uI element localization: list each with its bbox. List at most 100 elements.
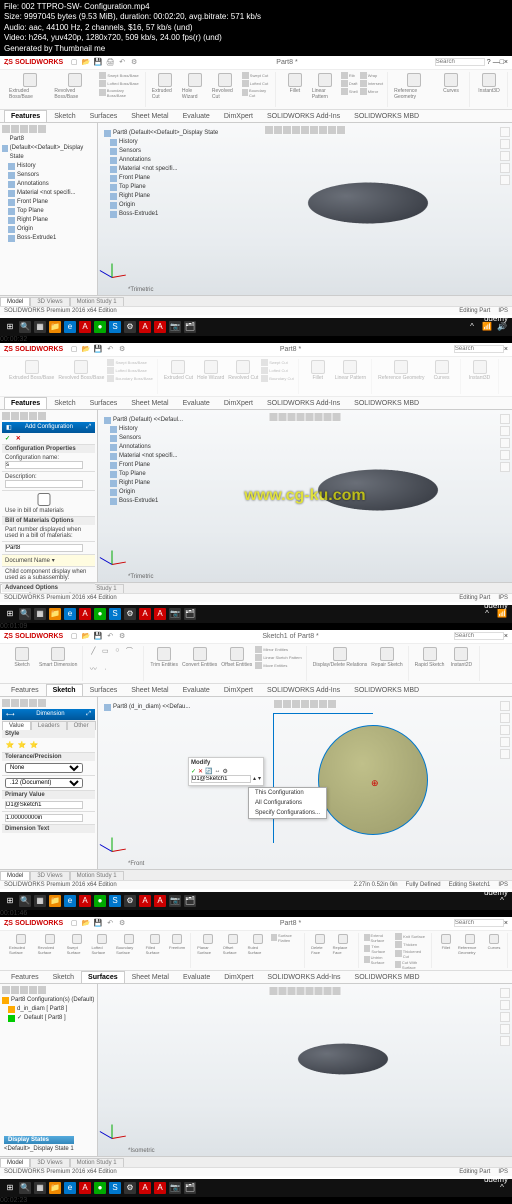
search-taskbar-icon[interactable]: 🔍	[19, 321, 31, 333]
undo-icon[interactable]: ↶	[117, 57, 127, 67]
menu-this-config[interactable]: This Configuration	[249, 788, 326, 798]
taskview-icon[interactable]: ▦	[34, 321, 46, 333]
description-input[interactable]	[5, 480, 83, 488]
convert-entities-button[interactable]: Convert Entities	[181, 646, 218, 681]
graphics-viewport[interactable]: Part8 (d_in_diam) <<Defau... ⊕ Modify ✓ …	[98, 697, 512, 869]
config-name-input[interactable]	[5, 461, 83, 469]
ruled-surface-button[interactable]: Ruled Surface	[247, 933, 270, 968]
explorer-icon[interactable]: 📁	[49, 321, 61, 333]
instant3d-button[interactable]: Instant3D	[475, 72, 503, 107]
knit-surface-button[interactable]: Knit Surface	[395, 933, 427, 940]
open-icon[interactable]: 📂	[81, 57, 91, 67]
tree-front-plane[interactable]: Front Plane	[2, 198, 95, 207]
windows-taskbar[interactable]: ⊞ 🔍 ▦ 📁 e A ● S ⚙ A A 📷 🗂 ^ 📶 🔊	[0, 318, 512, 336]
linear-sketch-pattern-button[interactable]: Linear Sketch Pattern	[255, 654, 301, 661]
freeform-button[interactable]: Freeform	[168, 933, 186, 968]
shell-button[interactable]: Shell	[341, 88, 358, 95]
extend-surface-button[interactable]: Extend Surface	[364, 933, 393, 943]
use-in-bom-checkbox[interactable]: Use in bill of materials	[5, 502, 83, 514]
app-a-icon[interactable]: A	[139, 321, 151, 333]
heads-up-view-toolbar[interactable]	[264, 125, 346, 135]
tray-up-icon[interactable]: ^	[466, 321, 478, 333]
tab-sketch[interactable]: Sketch	[47, 110, 82, 122]
cancel-button[interactable]: ✕	[16, 436, 21, 442]
modify-cancel-icon[interactable]: ✕	[198, 768, 203, 775]
filled-surface-button[interactable]: Filled Surface	[145, 933, 166, 968]
tree-right-plane[interactable]: Right Plane	[2, 216, 95, 225]
modify-ok-icon[interactable]: ✓	[191, 768, 196, 775]
wrap-button[interactable]: Wrap	[360, 72, 383, 79]
config-root[interactable]: Part8 Configuration(s) (Default)	[2, 996, 95, 1005]
config-d-in-diam[interactable]: d_in_diam [ Part8 ]	[2, 1005, 95, 1014]
search-input[interactable]	[454, 345, 504, 353]
tree-top-plane[interactable]: Top Plane	[2, 207, 95, 216]
lofted-boss-button[interactable]: Lofted Boss/Base	[99, 80, 140, 87]
help-icon[interactable]: ?	[487, 59, 491, 66]
tolerance-type-select[interactable]: None	[5, 763, 83, 773]
intersect-button[interactable]: Intersect	[360, 80, 383, 87]
dimension-property-manager[interactable]: ⟷Dimension⤢ Value Leaders Other Style ⭐⭐…	[0, 697, 98, 869]
modify-reverse-icon[interactable]: ↔	[215, 768, 221, 774]
exit-sketch-button[interactable]: Sketch	[8, 646, 36, 681]
surface-flatten-button[interactable]: Surface Flatten	[271, 933, 300, 943]
cut-with-surface-button[interactable]: Cut With Surface	[395, 960, 427, 970]
rib-button[interactable]: Rib	[341, 72, 358, 79]
lofted-surface-button[interactable]: Lofted Surface	[90, 933, 113, 968]
close-icon[interactable]: ×	[504, 346, 508, 353]
tab-features[interactable]: Features	[4, 397, 47, 409]
thicken-button[interactable]: Thicken	[395, 941, 427, 948]
tree-root[interactable]: Part8 (Default<<Default>_Display State	[2, 135, 95, 162]
app-icon-3[interactable]: ⚙	[124, 321, 136, 333]
reference-geometry-button[interactable]: Reference Geometry	[393, 72, 435, 107]
revolved-boss-button[interactable]: Revolved Boss/Base	[53, 72, 97, 107]
menu-all-configs[interactable]: All Configurations	[249, 798, 326, 808]
dimension-value-input[interactable]	[5, 814, 83, 822]
surface-curves-button[interactable]: Curves	[485, 933, 503, 968]
mirror-entities-button[interactable]: Mirror Entities	[255, 646, 301, 653]
dimension-name-input[interactable]	[5, 801, 83, 809]
point-tool-icon[interactable]: ·	[100, 664, 110, 674]
doc-name-dropdown[interactable]: Document Name	[5, 558, 50, 564]
display-states-panel[interactable]: Display States <Default>_Display State 1	[4, 1136, 74, 1152]
config-default[interactable]: ✓ Default [ Part8 ]	[2, 1014, 95, 1023]
search-input[interactable]	[435, 58, 485, 66]
options-icon[interactable]: ⚙	[129, 57, 139, 67]
minimize-icon[interactable]: —	[493, 59, 500, 66]
trim-entities-button[interactable]: Trim Entities	[149, 646, 179, 681]
revolved-cut-button[interactable]: Revolved Cut	[211, 72, 240, 107]
fm-tab-buttons[interactable]	[2, 125, 95, 133]
boundary-surface-button[interactable]: Boundary Surface	[115, 933, 143, 968]
view-triad[interactable]	[104, 257, 128, 281]
flyout-tree[interactable]: Part8 (Default<<Default>_Display State H…	[102, 127, 220, 221]
property-manager[interactable]: ◧ Add Configuration ⤢ ✓ ✕ Configuration …	[0, 410, 98, 582]
spline-tool-icon[interactable]: 〰	[88, 664, 98, 674]
btab-3dviews[interactable]: 3D Views	[30, 297, 69, 306]
task-pane-tabs[interactable]	[500, 127, 510, 185]
app-icon[interactable]: A	[79, 321, 91, 333]
tab-evaluate[interactable]: Evaluate	[176, 110, 217, 122]
app-icon-2[interactable]: ●	[94, 321, 106, 333]
modify-config-icon[interactable]: ⚙	[223, 768, 228, 775]
feature-manager-tree[interactable]: Part8 (Default<<Default>_Display State H…	[0, 123, 98, 295]
graphics-viewport[interactable]: Part8 (Default) <<Defaul... History Sens…	[98, 410, 512, 582]
dim-tab-leaders[interactable]: Leaders	[31, 721, 67, 730]
modify-value-input[interactable]	[191, 775, 251, 783]
thickened-cut-button[interactable]: Thickened Cut	[395, 949, 427, 959]
advanced-options-section[interactable]: Advanced Options	[2, 584, 95, 592]
rapid-sketch-button[interactable]: Rapid Sketch	[414, 646, 446, 681]
configuration-manager[interactable]: Part8 Configuration(s) (Default) d_in_di…	[0, 984, 98, 1156]
save-icon[interactable]: 💾	[93, 57, 103, 67]
boundary-cut-button[interactable]: Boundary Cut	[242, 88, 271, 98]
spin-down-icon[interactable]: ▾	[258, 775, 261, 782]
extruded-cut-button[interactable]: Extruded Cut	[151, 72, 179, 107]
lofted-cut-button[interactable]: Lofted Cut	[242, 80, 271, 87]
untrim-surface-button[interactable]: Untrim Surface	[364, 955, 393, 965]
rect-tool-icon[interactable]: ▭	[100, 646, 110, 656]
skype-icon[interactable]: S	[109, 321, 121, 333]
instant2d-button[interactable]: Instant2D	[447, 646, 475, 681]
modify-rebuild-icon[interactable]: 🔄	[205, 768, 212, 775]
print-icon[interactable]: 🖨	[105, 57, 115, 67]
smart-dimension-button[interactable]: Smart Dimension	[38, 646, 78, 681]
modify-dialog[interactable]: Modify ✓ ✕ 🔄 ↔ ⚙ ▴▾	[188, 757, 264, 786]
ok-button[interactable]: ✓	[5, 436, 10, 442]
